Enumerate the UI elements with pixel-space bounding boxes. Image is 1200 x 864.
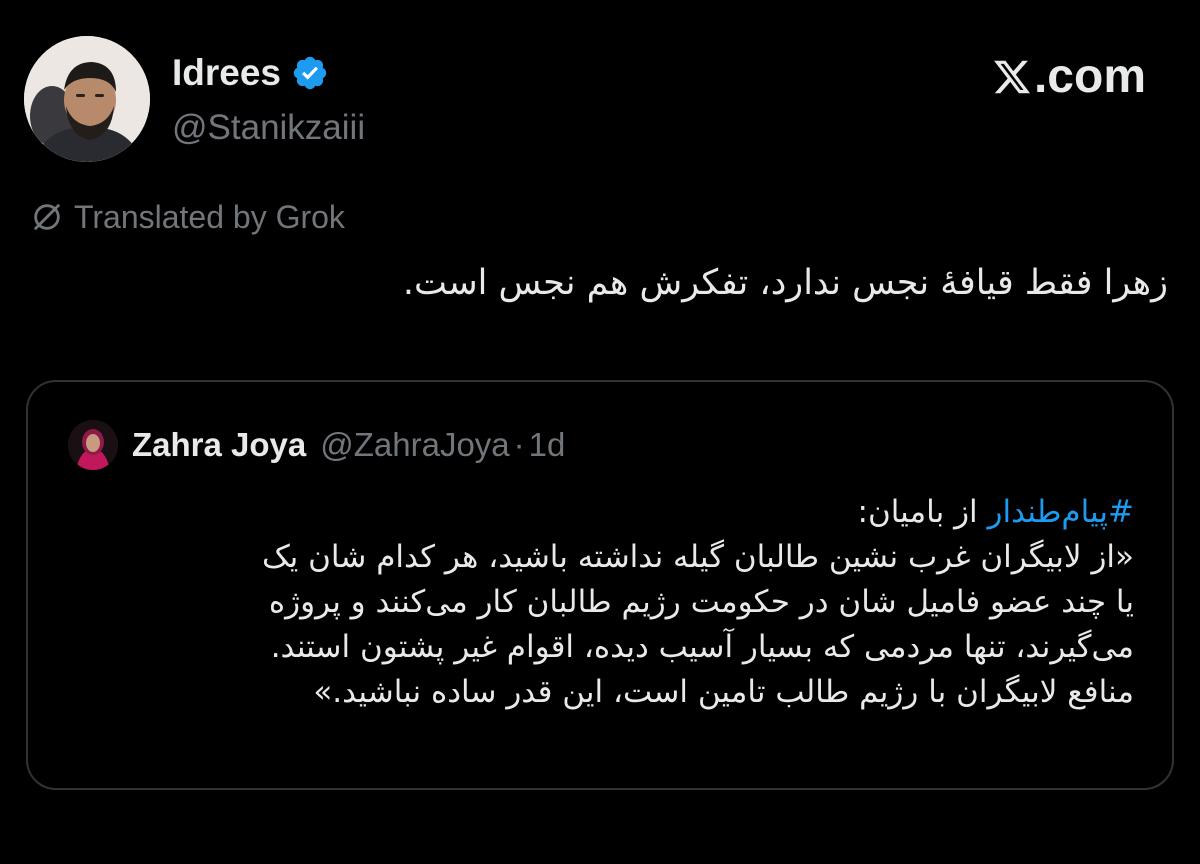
quoted-author-avatar-image xyxy=(68,420,118,470)
quoted-tweet-line-1: #پیام‌طندار از بامیان: xyxy=(68,490,1134,535)
hashtag-link[interactable]: #پیام‌طندار xyxy=(988,494,1134,530)
quoted-author-avatar[interactable] xyxy=(68,420,118,470)
translation-notice[interactable]: Translated by Grok xyxy=(30,196,345,238)
quoted-tweet-line-3: یا چند عضو فامیل شان در حکومت رژیم طالبا… xyxy=(268,584,1134,620)
author-handle[interactable]: @Stanikzaiii xyxy=(172,106,365,150)
quoted-tweet-line-1-text: از بامیان: xyxy=(857,494,988,530)
meta-separator: · xyxy=(513,426,525,463)
author-avatar[interactable] xyxy=(24,36,150,162)
author-name-row: Idrees xyxy=(172,50,329,96)
quoted-tweet-body: #پیام‌طندار از بامیان: «از لابیگران غرب … xyxy=(68,490,1134,715)
author-display-name[interactable]: Idrees xyxy=(172,50,281,96)
tweet-text: زهرا فقط قیافۀ نجس ندارد، تفکرش هم نجس ا… xyxy=(402,263,1168,303)
brand-label: .com xyxy=(1033,50,1146,103)
x-logo-icon xyxy=(992,57,1032,97)
translation-label: Translated by Grok xyxy=(74,199,345,235)
author-avatar-image xyxy=(24,36,150,162)
verified-badge-icon xyxy=(291,54,329,92)
quoted-author-handle[interactable]: @ZahraJoya xyxy=(320,426,509,464)
quoted-tweet-line-4: می‌گیرند، تنها مردمی که بسیار آسیب دیده،… xyxy=(270,629,1134,665)
brand-watermark: .com xyxy=(992,48,1146,106)
quoted-author-display-name[interactable]: Zahra Joya xyxy=(132,426,306,464)
quoted-tweet-header: Zahra Joya @ZahraJoya · 1d xyxy=(68,420,565,470)
grok-icon xyxy=(30,200,64,234)
quoted-tweet-card[interactable]: Zahra Joya @ZahraJoya · 1d #پیام‌طندار ا… xyxy=(26,380,1174,790)
quoted-tweet-line-5: منافع لابیگران با رژیم طالب تامین است، ا… xyxy=(313,674,1134,710)
quoted-tweet-line-2: «از لابیگران غرب نشین طالبان گیله نداشته… xyxy=(261,539,1134,575)
quoted-author-meta: @ZahraJoya · 1d xyxy=(320,426,565,464)
quoted-tweet-time[interactable]: 1d xyxy=(529,426,566,464)
